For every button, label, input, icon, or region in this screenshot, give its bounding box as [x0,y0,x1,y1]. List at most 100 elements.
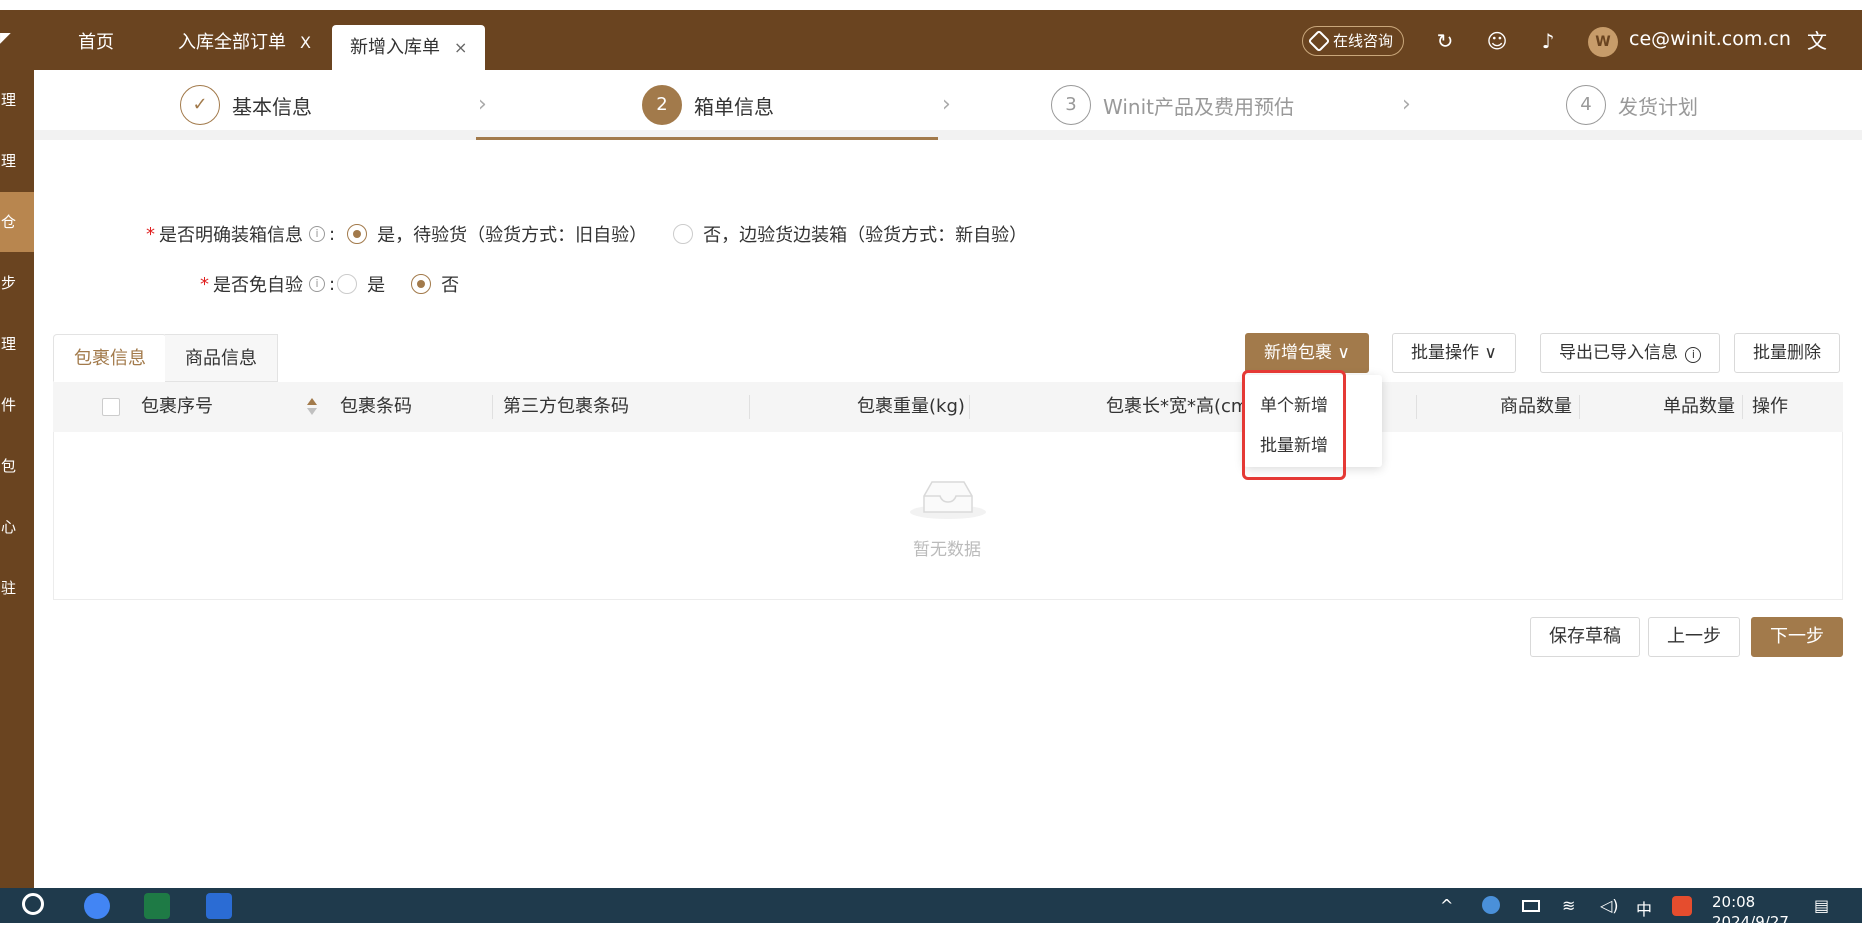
ime-indicator[interactable]: 中 [1636,896,1652,920]
sidebar-item-7[interactable]: 包 [0,436,34,496]
sidebar-item-2[interactable]: 理 [0,131,34,191]
divider [749,395,750,419]
radio-label[interactable]: 是，待验货（验货方式：旧自验） [377,221,647,247]
sidebar-item-9[interactable]: 驻 [0,558,34,618]
tab-new-inbound-order[interactable]: 新增入库单 × [332,25,486,70]
batch-ops-label: 批量操作 [1411,343,1479,363]
divider [1742,395,1743,419]
export-imported-button[interactable]: 导出已导入信息 i [1540,333,1721,373]
export-imported-label: 导出已导入信息 [1559,343,1678,363]
clock-date[interactable]: 2024/9/27 [1712,913,1789,931]
field-label: 是否免自验 [213,275,303,296]
col-package-dimensions: 包裹长*宽*高(cm) [1106,396,1256,417]
consult-label: 在线咨询 [1333,32,1394,50]
info-icon[interactable]: i [309,226,325,242]
tab-new-inbound-order-label: 新增入库单 [350,37,440,58]
col-package-barcode: 包裹条码 [340,396,412,417]
tab-home-label: 首页 [78,32,114,53]
sidebar-item-3[interactable]: 仓 [0,192,34,252]
sidebar-item-1[interactable]: 理 [0,70,34,130]
active-step-underline [476,137,938,140]
empty-box-icon [910,481,986,519]
network-app-icon[interactable] [1482,896,1500,914]
radio-yes[interactable] [347,224,368,244]
select-all-checkbox[interactable] [102,398,120,416]
save-draft-button[interactable]: 保存草稿 [1530,617,1640,657]
close-icon[interactable]: × [454,38,467,57]
tab-package-info[interactable]: 包裹信息 [53,334,167,382]
search-icon[interactable] [22,893,44,915]
tab-product-info[interactable]: 商品信息 [165,334,278,382]
step-label: 发货计划 [1618,94,1698,119]
field-label: 是否明确装箱信息 [159,225,303,246]
step-packing-info: 2 箱单信息 [642,85,774,125]
radio-no[interactable] [673,224,694,244]
radio-label[interactable]: 是 [367,271,385,297]
next-step-button[interactable]: 下一步 [1751,617,1843,657]
radio-no[interactable] [411,274,432,294]
os-taskbar [0,888,1862,923]
radio-label[interactable]: 否 [441,271,459,297]
col-actions: 操作 [1752,396,1788,417]
form-row-self-inspect: * 是否免自验 i: 是 否 [200,271,459,297]
add-package-label: 新增包裹 [1264,343,1332,363]
radio-label[interactable]: 否，边验货边装箱（验货方式：新自验） [703,221,1027,247]
tab-home[interactable]: 首页 [60,16,132,70]
info-icon[interactable]: i [309,276,325,292]
divider [1416,395,1417,419]
avatar[interactable]: W [1588,27,1618,57]
chevron-right-icon: › [1402,92,1411,117]
tab-inbound-all-orders-label: 入库全部订单 [178,32,286,53]
batch-ops-button[interactable]: 批量操作 ∨ [1392,333,1516,373]
refresh-icon[interactable]: ↻ [1432,28,1458,54]
volume-icon[interactable]: ◁) [1600,896,1619,915]
add-package-button[interactable]: 新增包裹 ∨ [1245,333,1369,373]
chevron-right-icon: › [478,92,487,117]
sidebar-item-6[interactable]: 件 [0,375,34,435]
wifi-icon[interactable]: ≋ [1562,896,1575,915]
col-product-qty: 商品数量 [1500,396,1572,417]
check-icon: ✓ [180,85,220,125]
chevron-up-icon[interactable]: ^ [1440,896,1453,915]
chevron-down-icon: ∨ [1484,343,1497,363]
radio-yes[interactable] [337,274,358,294]
sogou-icon[interactable] [1672,896,1692,916]
menu-collapse-icon[interactable]: ◤ [0,30,16,46]
divider [1579,395,1580,419]
sidebar-item-8[interactable]: 心 [0,497,34,557]
prev-step-button[interactable]: 上一步 [1648,617,1740,657]
chrome-icon[interactable] [84,893,110,919]
feedback-icon[interactable]: ☺ [1484,28,1510,54]
online-consult-button[interactable]: 在线咨询 [1302,26,1404,56]
translate-icon[interactable]: 文 [1804,28,1830,54]
user-email[interactable]: ce@winit.com.cn [1629,28,1791,50]
excel-icon[interactable] [144,893,170,919]
divider [969,395,970,419]
col-package-seq: 包裹序号 [141,396,213,417]
chevron-down-icon: ∨ [1337,343,1350,363]
highlight-box [1242,370,1346,480]
clock-time[interactable]: 20:08 [1712,893,1755,911]
notification-icon[interactable]: ▤ [1814,896,1829,915]
col-third-party-barcode: 第三方包裹条码 [503,396,629,417]
top-strip [0,0,1862,10]
battery-icon[interactable] [1522,900,1540,912]
close-icon[interactable]: X [300,33,311,52]
tab-inbound-all-orders[interactable]: 入库全部订单 X [160,16,329,70]
table-header: 包裹序号 包裹条码 第三方包裹条码 包裹重量(kg) 包裹长*宽*高(cm) 商… [53,382,1843,432]
app-icon[interactable] [206,893,232,919]
sidebar-item-5[interactable]: 理 [0,314,34,374]
chevron-right-icon: › [942,92,951,117]
sort-icon[interactable] [307,396,317,418]
bell-icon[interactable]: ♪ [1535,28,1561,54]
colon: : [329,273,336,295]
sidebar-item-4[interactable]: 步 [0,253,34,313]
step-shipping-plan: 4 发货计划 [1566,85,1698,125]
empty-text: 暂无数据 [913,540,981,560]
batch-delete-button[interactable]: 批量删除 [1734,333,1840,373]
colon: : [329,223,336,245]
step-basic-info: ✓ 基本信息 [180,85,312,125]
form-row-packing-clear: * 是否明确装箱信息 i: 是，待验货（验货方式：旧自验） 否，边验货边装箱（验… [146,221,1027,247]
step-number: 3 [1051,85,1091,125]
step-label: Winit产品及费用预估 [1103,94,1294,119]
